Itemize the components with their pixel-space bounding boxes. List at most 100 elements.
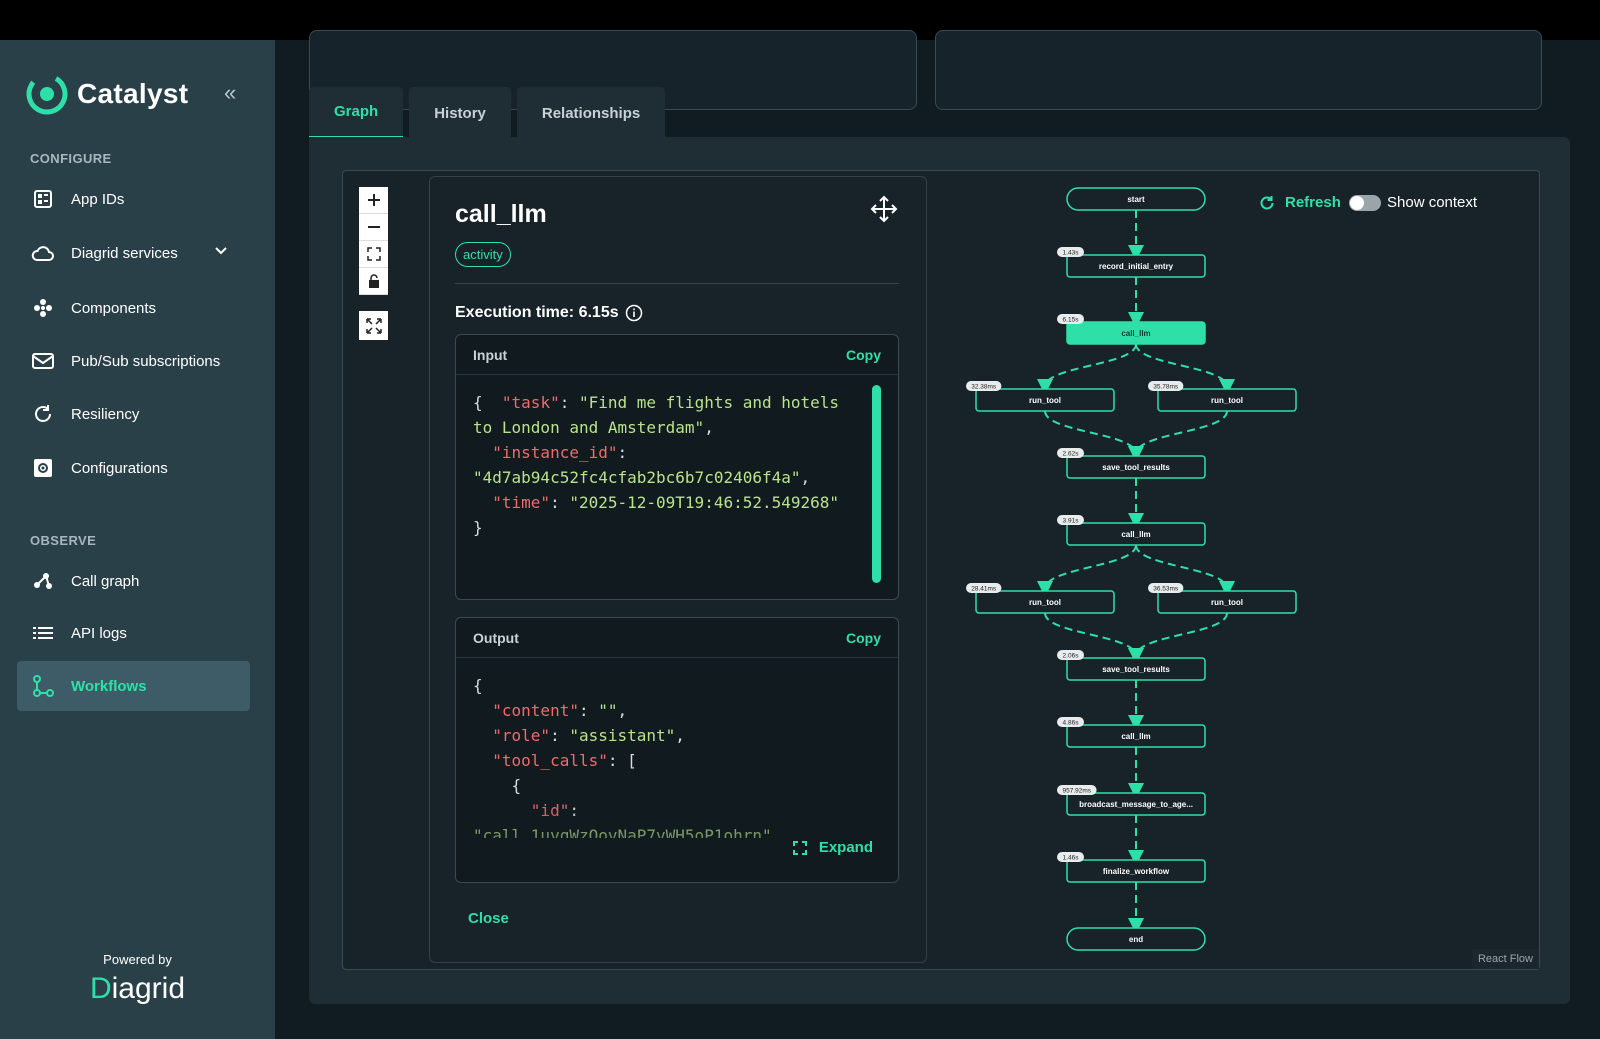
diagrid-wordmark: iagrid bbox=[111, 972, 186, 1005]
refresh-icon bbox=[31, 402, 55, 426]
graph-edge bbox=[1135, 544, 1235, 597]
chevron-down-icon[interactable] bbox=[214, 244, 228, 262]
output-label: Output bbox=[473, 629, 519, 646]
graph-node-rt1[interactable]: run_tool 32.38ms bbox=[966, 381, 1115, 412]
sidebar-item-label: Diagrid services bbox=[71, 244, 178, 262]
execution-time: Execution time: 6.15s bbox=[455, 304, 643, 322]
code-key: "task" bbox=[482, 393, 560, 412]
sidebar-item-workflows[interactable]: Workflows bbox=[17, 661, 250, 711]
expand-button[interactable]: Expand bbox=[792, 839, 873, 856]
sidebar-item-configurations[interactable]: Configurations bbox=[17, 443, 250, 493]
code-punct: : bbox=[550, 726, 570, 745]
sidebar-item-label: App IDs bbox=[71, 190, 125, 208]
code-string: "4d7ab94c52fc4cfab2bc6b7c02406f4a" bbox=[473, 468, 801, 487]
graph-node-duration: 4.86s bbox=[1063, 720, 1080, 727]
copy-input-button[interactable]: Copy bbox=[846, 347, 881, 363]
output-header: Output Copy bbox=[456, 618, 898, 658]
node-detail-panel: call_llm activity Execution time: 6.15s bbox=[429, 176, 927, 963]
info-icon[interactable] bbox=[625, 304, 643, 322]
graph-node-label: call_llm bbox=[1121, 530, 1150, 539]
graph-edge bbox=[1044, 612, 1144, 664]
graph-node-duration: 36.53ms bbox=[1153, 586, 1179, 593]
output-box: Output Copy { "content": "", "role": "as… bbox=[455, 617, 899, 883]
graph-node-end[interactable]: end bbox=[1066, 927, 1206, 951]
code-punct: : bbox=[550, 493, 570, 512]
collapse-sidebar-icon[interactable]: « bbox=[224, 80, 236, 106]
node-type-badge: activity bbox=[455, 242, 511, 267]
diagrid-logo[interactable]: Diagrid bbox=[0, 972, 275, 1006]
sidebar-item-call-graph[interactable]: Call graph bbox=[17, 556, 250, 606]
graph-node-rie[interactable]: record_initial_entry 1.43s bbox=[1057, 247, 1206, 278]
powered-by-label: Powered by bbox=[103, 952, 172, 967]
code-punct: , bbox=[617, 701, 628, 720]
close-button[interactable]: Close bbox=[468, 910, 509, 927]
sidebar-item-api-logs[interactable]: API logs bbox=[17, 608, 250, 658]
sidebar-item-pubsub[interactable]: Pub/Sub subscriptions bbox=[17, 336, 250, 386]
react-flow-canvas[interactable]: call_llm activity Execution time: 6.15s bbox=[342, 170, 1540, 970]
node-title: call_llm bbox=[455, 200, 547, 228]
graph-node-label: call_llm bbox=[1121, 329, 1150, 338]
app-name: Catalyst bbox=[77, 78, 189, 109]
show-context-toggle[interactable] bbox=[1349, 195, 1381, 211]
graph-node-bma[interactable]: broadcast_message_to_age... 957.92ms bbox=[1057, 785, 1206, 816]
code-punct: : bbox=[559, 393, 579, 412]
app-logo[interactable]: Catalyst bbox=[25, 72, 188, 116]
workflow-icon bbox=[31, 674, 55, 698]
graph-node-label: end bbox=[1129, 935, 1143, 944]
graph-node-rt2[interactable]: run_tool 35.78ms bbox=[1148, 381, 1297, 412]
tab-graph[interactable]: Graph bbox=[309, 87, 404, 139]
sidebar-item-diagrid-services[interactable]: Diagrid services bbox=[17, 228, 250, 278]
tab-history[interactable]: History bbox=[409, 87, 511, 139]
app-ids-icon bbox=[31, 187, 55, 211]
zoom-out-button[interactable] bbox=[359, 214, 388, 241]
code-punct: { bbox=[473, 676, 483, 695]
code-key: "time" bbox=[473, 493, 551, 512]
graph-node-duration: 32.38ms bbox=[971, 384, 997, 391]
input-code[interactable]: { "task": "Find me flights and hotels to… bbox=[456, 375, 866, 555]
graph-edge bbox=[1128, 612, 1228, 664]
lock-button[interactable] bbox=[359, 268, 388, 295]
graph-edge bbox=[1135, 343, 1235, 395]
react-flow-attribution[interactable]: React Flow bbox=[1471, 949, 1539, 969]
graph-node-label: run_tool bbox=[1029, 396, 1061, 405]
execution-time-label: Execution time: 6.15s bbox=[455, 304, 619, 321]
move-icon[interactable] bbox=[870, 195, 898, 228]
section-configure: CONFIGURE bbox=[30, 151, 112, 166]
catalyst-logo-icon bbox=[26, 73, 68, 115]
code-key: "instance_id" bbox=[473, 443, 618, 462]
code-punct: , bbox=[675, 726, 685, 745]
fit-view-button[interactable] bbox=[359, 241, 388, 268]
graph-node-fw[interactable]: finalize_workflow 1.46s bbox=[1057, 852, 1206, 883]
sidebar-item-app-ids[interactable]: App IDs bbox=[17, 174, 250, 224]
graph-node-label: finalize_workflow bbox=[1103, 867, 1170, 876]
graph-node-llm1[interactable]: call_llm 6.15s bbox=[1057, 314, 1206, 345]
graph-node-str1[interactable]: save_tool_results 2.62s bbox=[1057, 448, 1206, 479]
zoom-in-button[interactable] bbox=[359, 187, 388, 214]
show-context-label: Show context bbox=[1387, 194, 1478, 211]
input-scrollbar[interactable] bbox=[872, 385, 881, 583]
tab-relationships[interactable]: Relationships bbox=[516, 87, 666, 139]
sidebar-item-label: Workflows bbox=[71, 677, 147, 695]
graph-node-duration: 35.78ms bbox=[1153, 384, 1179, 391]
graph-node-llm2[interactable]: call_llm 3.91s bbox=[1057, 515, 1206, 546]
fullscreen-button[interactable] bbox=[359, 311, 388, 340]
graph-edge bbox=[1037, 343, 1137, 395]
graph-edge bbox=[1044, 410, 1144, 462]
refresh-button[interactable]: Refresh bbox=[1259, 194, 1341, 211]
graph-node-str2[interactable]: save_tool_results 2.06s bbox=[1057, 650, 1206, 681]
copy-output-button[interactable]: Copy bbox=[846, 630, 881, 646]
graph-node-rt3[interactable]: run_tool 28.41ms bbox=[966, 583, 1115, 614]
graph-node-llm3[interactable]: call_llm 4.86s bbox=[1057, 717, 1206, 748]
graph-node-label: run_tool bbox=[1211, 598, 1243, 607]
graph-node-rt4[interactable]: run_tool 36.53ms bbox=[1148, 583, 1297, 614]
graph-node-duration: 3.91s bbox=[1063, 518, 1080, 525]
sidebar-item-components[interactable]: Components bbox=[17, 283, 250, 333]
graph-node-label: run_tool bbox=[1029, 598, 1061, 607]
sidebar-item-resiliency[interactable]: Resiliency bbox=[17, 389, 250, 439]
graph-node-start[interactable]: start bbox=[1066, 187, 1206, 211]
graph-node-label: broadcast_message_to_age... bbox=[1079, 800, 1193, 809]
divider bbox=[455, 283, 899, 284]
toggle-knob bbox=[1350, 196, 1364, 210]
input-box: Input Copy { "task": "Find me flights an… bbox=[455, 334, 899, 600]
expand-label: Expand bbox=[818, 839, 873, 856]
